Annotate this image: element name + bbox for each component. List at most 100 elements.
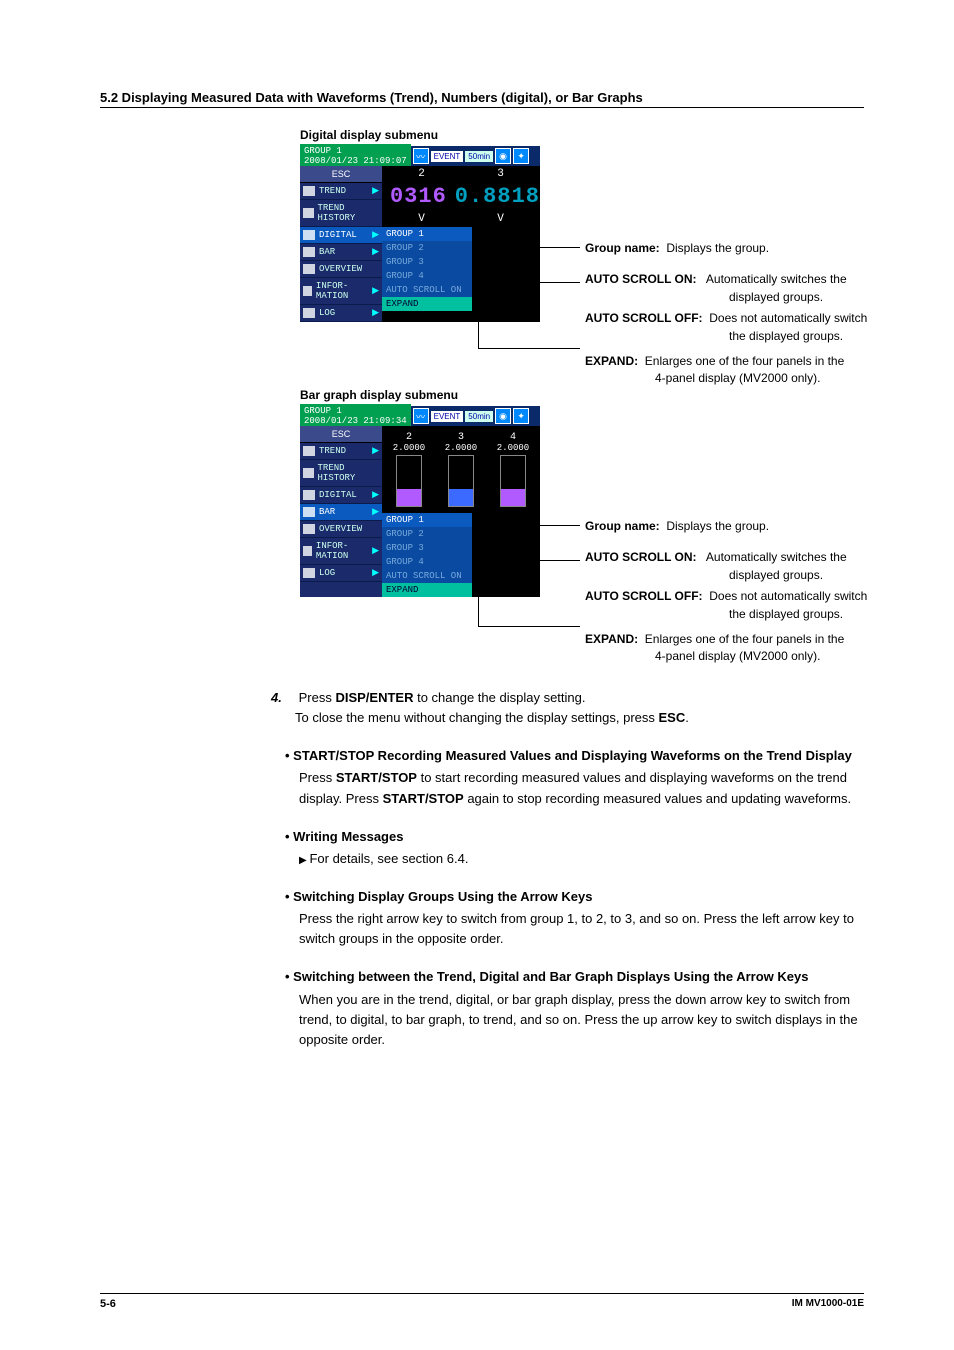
digital-value: 0.8818 <box>455 182 540 211</box>
digital-screenshot: GROUP 1 2008/01/23 21:09:07 〰 EVENT 50mi… <box>300 146 540 322</box>
menu-overview[interactable]: OVERVIEW <box>300 261 382 278</box>
submenu-opt[interactable]: GROUP 2 <box>382 241 472 255</box>
bar-gauge <box>448 455 474 507</box>
menu-label: TREND <box>319 186 346 196</box>
submenu-opt[interactable]: GROUP 2 <box>382 527 472 541</box>
bullet-desc: Press the right arrow key to switch from… <box>285 909 864 949</box>
menu-info[interactable]: INFOR- MATION▶ <box>300 278 382 305</box>
menu-label: TREND HISTORY <box>318 203 379 223</box>
page-number: 5-6 <box>100 1298 116 1310</box>
callout-text: 4-panel display (MV2000 only). <box>655 649 820 663</box>
menu-label: INFOR- MATION <box>316 281 368 301</box>
submenu-head[interactable]: GROUP 1 <box>382 513 472 527</box>
callout-text: Does not automatically switch <box>709 589 867 603</box>
menu-label: LOG <box>319 308 335 318</box>
col-label: 3 <box>461 166 540 182</box>
camera-icon: ◉ <box>495 408 511 424</box>
callout-text: Automatically switches the <box>706 272 847 286</box>
callout-label: Group name: <box>585 241 660 255</box>
submenu-opt-expand[interactable]: EXPAND <box>382 583 472 597</box>
callout-text: displayed groups. <box>729 568 823 582</box>
bar-gauge <box>396 455 422 507</box>
callout-label: Group name: <box>585 519 660 533</box>
submenu-opt[interactable]: GROUP 3 <box>382 255 472 269</box>
leader-line <box>478 525 580 526</box>
callout-text: 4-panel display (MV2000 only). <box>655 371 820 385</box>
text: To close the menu without changing the d… <box>295 710 659 725</box>
submenu-opt-auto[interactable]: AUTO SCROLL ON <box>382 283 472 297</box>
group-timestamp: GROUP 1 2008/01/23 21:09:07 <box>300 144 411 168</box>
event-badge: EVENT <box>431 411 464 422</box>
log-icon <box>303 308 315 318</box>
menu-trend[interactable]: TREND▶ <box>300 183 382 200</box>
overview-icon <box>303 264 315 274</box>
leader-line <box>478 626 580 627</box>
chevron-icon: ▶ <box>372 308 379 318</box>
bar-icon <box>303 247 315 257</box>
callout-text: Does not automatically switch <box>709 311 867 325</box>
menu-bar[interactable]: BAR▶ <box>300 244 382 261</box>
callout-label: AUTO SCROLL ON: <box>585 550 697 564</box>
submenu-opt[interactable]: GROUP 4 <box>382 555 472 569</box>
menu-trend[interactable]: TREND▶ <box>300 443 382 460</box>
digital-icon <box>303 490 315 500</box>
menu-digital[interactable]: DIGITAL▶ <box>300 227 382 244</box>
menu-trend-history[interactable]: TREND HISTORY <box>300 200 382 227</box>
esc-button[interactable]: ESC <box>300 426 382 443</box>
text: . <box>685 710 689 725</box>
step-number: 4. <box>271 688 295 708</box>
submenu-opt-expand[interactable]: EXPAND <box>382 297 472 311</box>
info-icon <box>303 286 312 296</box>
col-label: 2 <box>406 432 412 443</box>
callout-text: displayed groups. <box>729 290 823 304</box>
history-icon <box>303 468 314 478</box>
submenu-head[interactable]: GROUP 1 <box>382 227 472 241</box>
bullet-desc: When you are in the trend, digital, or b… <box>285 990 864 1050</box>
chevron-icon: ▶ <box>372 568 379 578</box>
tool-icon: ✦ <box>513 408 529 424</box>
callout-text: Enlarges one of the four panels in the <box>645 632 844 646</box>
bullet-title: START/STOP Recording Measured Values and… <box>285 748 852 763</box>
menu-bar[interactable]: BAR▶ <box>300 504 382 521</box>
menu-label: BAR <box>319 247 335 257</box>
menu-label: INFOR- MATION <box>316 541 368 561</box>
callout-text: Enlarges one of the four panels in the <box>645 354 844 368</box>
col-label: 3 <box>458 432 464 443</box>
chevron-icon: ▶ <box>372 546 379 556</box>
callout-text: Displays the group. <box>666 519 769 533</box>
chevron-icon: ▶ <box>372 490 379 500</box>
bar-panel: 22.0000 32.0000 42.0000 <box>382 426 540 513</box>
callout-label: EXPAND: <box>585 354 638 368</box>
log-icon <box>303 568 315 578</box>
bar-caption: Bar graph display submenu <box>300 388 864 402</box>
menu-trend-history[interactable]: TREND HISTORY <box>300 460 382 487</box>
menu-overview[interactable]: OVERVIEW <box>300 521 382 538</box>
page-footer: 5-6 IM MV1000-01E <box>100 1293 864 1310</box>
rate-badge: 50min <box>465 411 493 422</box>
submenu-opt[interactable]: GROUP 3 <box>382 541 472 555</box>
bullet-title: Writing Messages <box>285 829 403 844</box>
menu-label: DIGITAL <box>319 230 357 240</box>
menu-label: OVERVIEW <box>319 264 362 274</box>
menu-digital[interactable]: DIGITAL▶ <box>300 487 382 504</box>
chevron-icon: ▶ <box>372 507 379 517</box>
bullet-desc: For details, see section 6.4. <box>285 849 864 869</box>
unit-label: V <box>382 211 461 227</box>
esc-button[interactable]: ESC <box>300 166 382 183</box>
submenu-opt-auto[interactable]: AUTO SCROLL ON <box>382 569 472 583</box>
menu-info[interactable]: INFOR- MATION ▶ <box>300 538 382 565</box>
menu-log[interactable]: LOG ▶ <box>300 305 382 322</box>
leader-line <box>478 247 580 248</box>
chevron-icon: ▶ <box>372 446 379 456</box>
bar-value: 2.0000 <box>497 443 529 453</box>
section-header: 5.2 Displaying Measured Data with Wavefo… <box>100 90 864 108</box>
side-menu: ESC TREND▶ TREND HISTORY DIGITAL▶ BAR▶ O… <box>300 426 382 597</box>
submenu-opt[interactable]: GROUP 4 <box>382 269 472 283</box>
leader-line <box>478 560 580 561</box>
callout-label: EXPAND: <box>585 632 638 646</box>
key-name: ESC <box>659 710 686 725</box>
rate-badge: 50min <box>465 151 493 162</box>
callouts-bar: Group name: Displays the group. AUTO SCR… <box>585 518 954 670</box>
callout-label: AUTO SCROLL OFF: <box>585 311 703 325</box>
menu-log[interactable]: LOG▶ <box>300 565 382 582</box>
